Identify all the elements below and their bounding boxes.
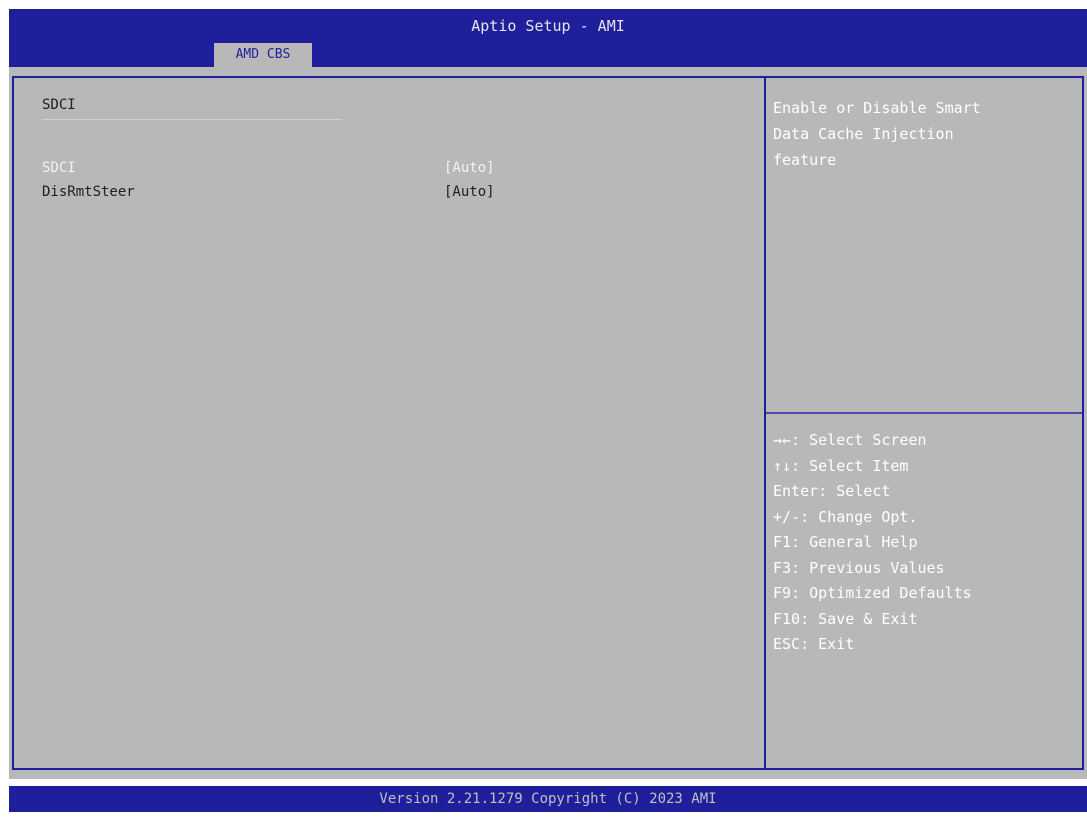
- header-bar: Aptio Setup - AMI AMD CBS: [9, 9, 1087, 67]
- key-help-select-screen: →←: Select Screen: [773, 431, 927, 449]
- key-help-select-item: ↑↓: Select Item: [773, 456, 909, 475]
- app-title: Aptio Setup - AMI: [471, 17, 625, 35]
- setting-value-sdci[interactable]: [Auto]: [444, 160, 495, 176]
- tab-amd-cbs[interactable]: AMD CBS: [214, 43, 312, 67]
- key-help-list: →←: Select Screen ↑↓: Select Item Enter:…: [773, 428, 1073, 658]
- setting-label-sdci[interactable]: SDCI: [42, 160, 76, 176]
- key-help-save-exit: F10: Save & Exit: [773, 609, 918, 628]
- help-description: Enable or Disable Smart Data Cache Injec…: [773, 99, 981, 169]
- key-help-general-help: F1: General Help: [773, 533, 918, 551]
- key-help-enter: Enter: Select: [773, 482, 891, 500]
- setup-body: SDCI SDCI [Auto] DisRmtSteer [Auto] Enab…: [9, 67, 1087, 779]
- setting-value-disrmtsteer[interactable]: [Auto]: [444, 184, 495, 200]
- help-panel: Enable or Disable Smart Data Cache Injec…: [766, 76, 1084, 770]
- key-help-optimized-defaults: F9: Optimized Defaults: [773, 584, 972, 602]
- setting-label-disrmtsteer[interactable]: DisRmtSteer: [42, 184, 135, 200]
- section-title: SDCI: [42, 97, 76, 113]
- section-divider: [42, 119, 342, 120]
- main-panel: SDCI SDCI [Auto] DisRmtSteer [Auto]: [12, 76, 766, 770]
- footer-bar: Version 2.21.1279 Copyright (C) 2023 AMI: [9, 786, 1087, 812]
- version-text: Version 2.21.1279 Copyright (C) 2023 AMI: [379, 791, 717, 807]
- key-help-change-opt: +/-: Change Opt.: [773, 507, 918, 526]
- key-help-previous-values: F3: Previous Values: [773, 558, 945, 577]
- key-help-exit: ESC: Exit: [773, 635, 855, 653]
- help-divider: [766, 412, 1082, 414]
